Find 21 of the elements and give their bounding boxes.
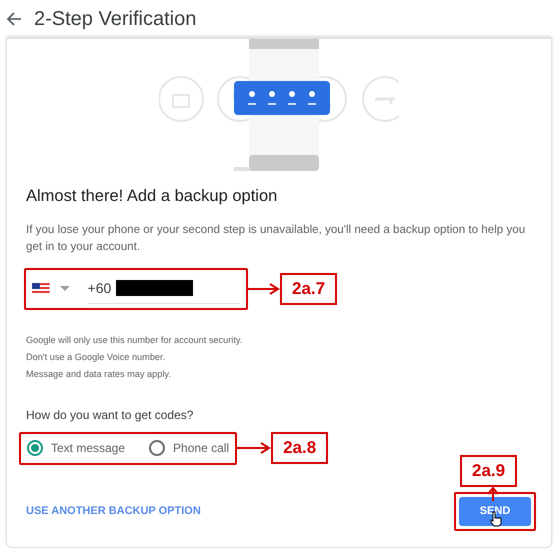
- note-text: Google will only use this number for account security.: [26, 334, 244, 346]
- radio-button[interactable]: [27, 440, 43, 456]
- page-title: 2-Step Verification: [34, 7, 196, 32]
- phone-field[interactable]: +60: [88, 274, 240, 304]
- radio-button[interactable]: [149, 440, 166, 456]
- note-text: Don't use a Google Voice number.: [26, 350, 166, 363]
- dropdown-caret-icon[interactable]: [60, 286, 70, 292]
- back-arrow-icon[interactable]: [6, 11, 22, 27]
- radio-option[interactable]: Text message: [27, 439, 126, 458]
- radio-option[interactable]: Phone call: [149, 439, 230, 458]
- callout-label: 2a.9: [460, 454, 518, 487]
- country-code: +60: [88, 278, 112, 298]
- callout-label: 2a.7: [280, 272, 338, 305]
- description-text: If you lose your phone or your second step is unavailable, you'll need a backup option to help you get in to your account.: [26, 222, 526, 255]
- send-button[interactable]: SEND: [459, 496, 531, 526]
- flag-icon[interactable]: [32, 282, 50, 295]
- backup-option-link[interactable]: USE ANOTHER BACKUP OPTION: [26, 503, 201, 520]
- question-text: How do you want to get codes?: [26, 406, 194, 424]
- card-heading: Almost there! Add a backup option: [26, 186, 278, 207]
- callout-label: 2a.8: [271, 432, 328, 464]
- note-text: Message and data rates may apply.: [26, 368, 172, 380]
